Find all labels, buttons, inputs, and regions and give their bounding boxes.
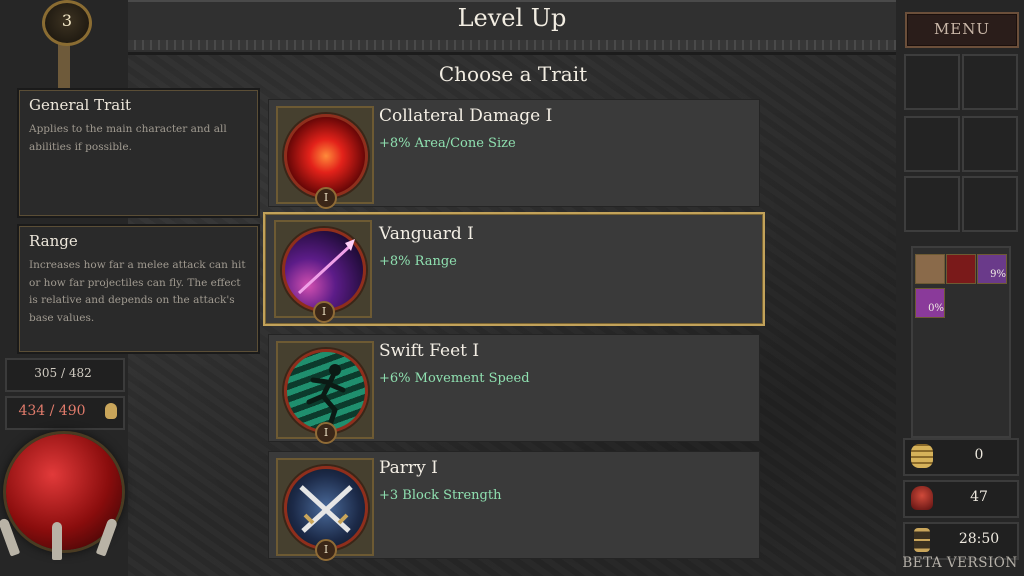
- gold-counter: 0: [903, 438, 1019, 476]
- running-figure-icon: [284, 349, 368, 433]
- purple-orb-buff-icon[interactable]: 0%: [915, 288, 945, 318]
- buff-percent: 0%: [928, 303, 944, 314]
- health-counter: 434 / 490: [5, 396, 125, 430]
- buff-percent: 9%: [990, 269, 1006, 280]
- level-badge-chain: [58, 38, 70, 94]
- health-value: 434 / 490: [18, 403, 86, 419]
- general-trait-description: Applies to the main character and all ab…: [29, 123, 227, 153]
- armor-buff-icon[interactable]: [915, 254, 945, 284]
- hourglass-icon: [914, 528, 930, 552]
- red-demon-buff-icon[interactable]: [946, 254, 976, 284]
- trait-effect: +3 Block Strength: [379, 488, 502, 503]
- trait-icon-frame: I: [276, 458, 374, 561]
- trait-icon-frame: I: [274, 220, 372, 323]
- gold-coins-icon: [911, 444, 933, 468]
- trait-card-vanguard[interactable]: I Vanguard I +8% Range: [263, 212, 765, 326]
- trait-effect: +8% Area/Cone Size: [379, 136, 516, 151]
- trait-name: Collateral Damage I: [379, 106, 553, 126]
- range-info-panel: Range Increases how far a melee attack c…: [17, 224, 260, 354]
- beta-version-label: BETA VERSION: [902, 555, 1018, 571]
- equipment-slot[interactable]: [962, 176, 1018, 232]
- trait-level-badge: I: [315, 422, 337, 444]
- equipment-slot[interactable]: [904, 116, 960, 172]
- timer-value: 28:50: [958, 531, 1000, 547]
- title-bar: Level Up: [128, 0, 896, 55]
- page-title: Level Up: [457, 4, 567, 32]
- equipment-slot[interactable]: [962, 54, 1018, 110]
- trait-card-swift-feet[interactable]: I Swift Feet I +6% Movement Speed: [268, 334, 760, 444]
- equipment-slot[interactable]: [962, 116, 1018, 172]
- trait-level-badge: I: [313, 301, 335, 323]
- menu-label: MENU: [933, 20, 991, 38]
- choose-trait-heading: Choose a Trait: [438, 62, 588, 86]
- heart-icon: [105, 403, 117, 419]
- menu-button[interactable]: MENU: [905, 12, 1019, 48]
- trait-effect: +6% Movement Speed: [379, 371, 530, 386]
- general-trait-panel: General Trait Applies to the main charac…: [17, 88, 260, 218]
- spear-thrust-icon: [282, 228, 366, 312]
- trait-effect: +8% Range: [379, 254, 457, 269]
- swords-shape: [299, 485, 353, 533]
- kill-counter: 47: [903, 480, 1019, 518]
- trait-name: Vanguard I: [379, 224, 474, 244]
- purple-beast-buff-icon[interactable]: 9%: [977, 254, 1007, 284]
- title-bar-ornament: [128, 40, 896, 50]
- level-badge: 3: [42, 0, 92, 46]
- claw-icon: [52, 522, 62, 560]
- spear-shape: [297, 239, 355, 295]
- gold-value: 0: [974, 447, 984, 463]
- trait-name: Parry I: [379, 458, 438, 478]
- trait-level-badge: I: [315, 187, 337, 209]
- range-info-title: Range: [29, 232, 78, 250]
- range-info-description: Increases how far a melee attack can hit…: [29, 259, 246, 324]
- equipment-slot[interactable]: [904, 54, 960, 110]
- fire-ring-icon: [284, 114, 368, 198]
- trait-icon-frame: I: [276, 106, 374, 209]
- level-number: 3: [61, 11, 73, 30]
- general-trait-title: General Trait: [29, 96, 132, 114]
- equipment-slot[interactable]: [904, 176, 960, 232]
- trait-level-badge: I: [315, 539, 337, 561]
- runner-shape: [306, 364, 346, 425]
- experience-counter: 305 / 482: [5, 358, 125, 392]
- trait-icon-frame: I: [276, 341, 374, 444]
- crossed-swords-icon: [284, 466, 368, 550]
- experience-value: 305 / 482: [34, 366, 92, 380]
- trait-card-collateral-damage[interactable]: I Collateral Damage I +8% Area/Cone Size: [268, 99, 760, 209]
- skull-icon: [911, 486, 933, 510]
- kills-value: 47: [970, 489, 988, 505]
- trait-card-parry[interactable]: I Parry I +3 Block Strength: [268, 451, 760, 561]
- health-orb: [0, 434, 122, 560]
- trait-name: Swift Feet I: [379, 341, 480, 361]
